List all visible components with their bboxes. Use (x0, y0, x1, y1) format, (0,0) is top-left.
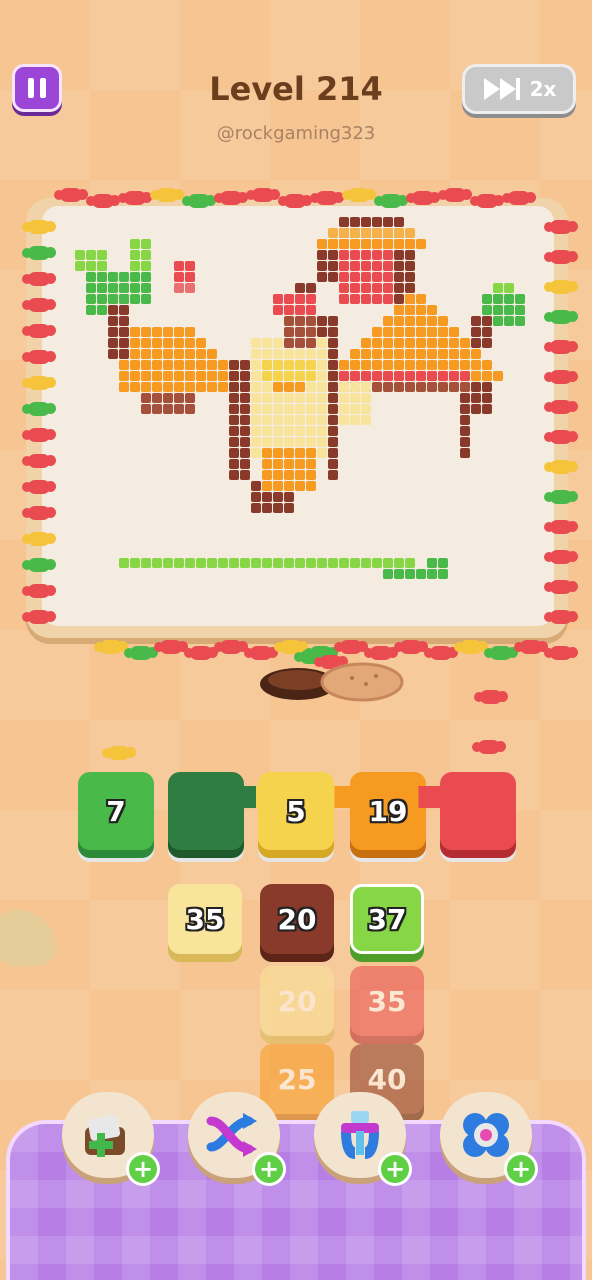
ant-icon (342, 188, 376, 202)
ant-icon (246, 188, 280, 202)
speed-toggle-button[interactable]: 2x (462, 64, 576, 114)
ant-icon (424, 646, 458, 660)
ant-icon (22, 246, 56, 260)
ant-icon (22, 220, 56, 234)
ant-icon (470, 194, 504, 208)
ant-icon (544, 610, 578, 624)
ant-icon (22, 584, 56, 598)
ant-icon (310, 191, 344, 205)
ant-icon (86, 194, 120, 208)
ant-icon (22, 350, 56, 364)
ant-icon (118, 191, 152, 205)
ant-icon (22, 454, 56, 468)
ant-icon (22, 558, 56, 572)
ant-stack-tile[interactable]: 37 (350, 884, 424, 954)
ant-icon (22, 428, 56, 442)
ant-icon (54, 188, 88, 202)
add-powerup-button[interactable]: + (378, 1152, 412, 1186)
add-powerup-button[interactable]: + (252, 1152, 286, 1186)
ant-icon (22, 272, 56, 286)
ant-stack-tile: 20 (260, 966, 334, 1036)
ant-icon (154, 640, 188, 654)
add-box-icon (85, 1115, 125, 1157)
ant-icon (150, 188, 184, 202)
slot-count: 7 (106, 794, 126, 828)
ant-icon (454, 640, 488, 654)
slot-count: 19 (368, 794, 408, 828)
ant-icon (514, 640, 548, 654)
ant-icon (22, 376, 56, 390)
ant-icon (214, 191, 248, 205)
ant-hole-icon (260, 662, 404, 702)
color-slot[interactable] (440, 772, 516, 850)
conveyor-pipe (200, 786, 480, 808)
ant-icon (544, 400, 578, 414)
ant-icon (544, 370, 578, 384)
ant-icon (544, 340, 578, 354)
flower-gear-icon (463, 1113, 509, 1157)
ant-icon (544, 310, 578, 324)
tile-count: 35 (185, 902, 225, 936)
ant-icon (244, 646, 278, 660)
ant-icon (22, 480, 56, 494)
ant-icon (22, 324, 56, 338)
ant-icon (472, 740, 506, 754)
fast-forward-icon (483, 78, 520, 100)
ant-icon (544, 646, 578, 660)
color-slot[interactable]: 19 (350, 772, 426, 850)
ant-icon (334, 640, 368, 654)
ant-icon (374, 194, 408, 208)
add-powerup-button[interactable]: + (126, 1152, 160, 1186)
ant-icon (406, 191, 440, 205)
leaf-decoration (0, 910, 56, 966)
ant-stack-tile: 25 (260, 1044, 334, 1114)
creator-handle: @rockgaming323 (216, 123, 376, 144)
ant-icon (544, 220, 578, 234)
ant-icon (544, 280, 578, 294)
magnet-claw-icon (341, 1111, 379, 1159)
add-powerup-button[interactable]: + (504, 1152, 538, 1186)
ant-stack-tile[interactable]: 35 (168, 884, 242, 954)
ant-icon (278, 194, 312, 208)
tile-count: 35 (367, 984, 407, 1018)
ant-icon (544, 580, 578, 594)
tile-count: 20 (277, 902, 317, 936)
ant-icon (502, 191, 536, 205)
ant-icon (544, 490, 578, 504)
ant-icon (438, 188, 472, 202)
ant-stack-tile[interactable]: 20 (260, 884, 334, 954)
slot-count: 5 (286, 794, 306, 828)
ant-icon (22, 402, 56, 416)
ant-icon (544, 520, 578, 534)
tile-count: 25 (277, 1062, 317, 1096)
tile-count: 40 (367, 1062, 407, 1096)
tile-count: 20 (277, 984, 317, 1018)
ant-icon (94, 640, 128, 654)
ant-icon (182, 194, 216, 208)
ant-icon (544, 550, 578, 564)
color-slot[interactable] (168, 772, 244, 850)
ant-icon (364, 646, 398, 660)
ant-icon (474, 690, 508, 704)
ant-icon (214, 640, 248, 654)
ant-icon (394, 640, 428, 654)
ant-icon (544, 430, 578, 444)
ant-icon (544, 250, 578, 264)
ant-stack-tile: 35 (350, 966, 424, 1036)
color-slot[interactable]: 7 (78, 772, 154, 850)
pixel-art-picture (75, 217, 525, 579)
speed-label: 2x (529, 77, 557, 101)
ant-icon (22, 298, 56, 312)
ant-icon (22, 506, 56, 520)
tile-count: 37 (367, 902, 407, 936)
ant-icon (102, 746, 136, 760)
color-slot[interactable]: 5 (258, 772, 334, 850)
ant-icon (184, 646, 218, 660)
shuffle-arrows-icon (206, 1113, 257, 1157)
ant-icon (544, 460, 578, 474)
ant-icon (22, 610, 56, 624)
ant-icon (484, 646, 518, 660)
ant-icon (22, 532, 56, 546)
ant-icon (124, 646, 158, 660)
